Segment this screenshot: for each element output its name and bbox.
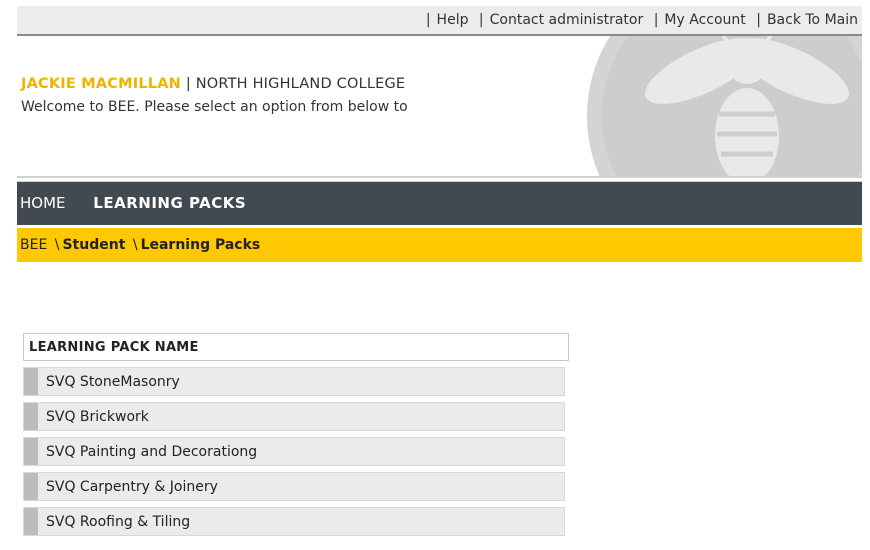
row-handle bbox=[24, 438, 38, 465]
breadcrumb-separator: \ bbox=[54, 237, 60, 253]
table-row[interactable]: SVQ Painting and Decorationg bbox=[23, 437, 565, 466]
page-frame: | Help | Contact administrator | My Account… bbox=[17, 0, 862, 550]
learning-pack-name[interactable]: SVQ Painting and Decorationg bbox=[46, 438, 257, 467]
user-line: JACKIE MACMILLAN | NORTH HIGHLAND COLLEG… bbox=[21, 76, 405, 92]
table-row[interactable]: SVQ Brickwork bbox=[23, 402, 565, 431]
row-handle bbox=[24, 508, 38, 535]
learning-pack-name[interactable]: SVQ Brickwork bbox=[46, 403, 149, 432]
breadcrumb: BEE \ Student \ Learning Packs bbox=[17, 228, 862, 262]
welcome-text: Welcome to BEE. Please select an option … bbox=[21, 99, 408, 115]
main-nav: HOME LEARNING PACKS bbox=[17, 182, 862, 225]
breadcrumb-student[interactable]: Student bbox=[62, 237, 125, 253]
user-name: JACKIE MACMILLAN bbox=[21, 76, 181, 92]
table-row[interactable]: SVQ StoneMasonry bbox=[23, 367, 565, 396]
contact-administrator-link[interactable]: Contact administrator bbox=[490, 12, 644, 28]
table-header-learning-pack-name: LEARNING PACK NAME bbox=[23, 333, 569, 361]
bee-logo-icon bbox=[587, 36, 862, 176]
back-to-main-link[interactable]: Back To Main bbox=[767, 12, 858, 28]
nav-item-home[interactable]: HOME bbox=[20, 182, 66, 225]
table-row[interactable]: SVQ Carpentry & Joinery bbox=[23, 472, 565, 501]
learning-pack-name[interactable]: SVQ Carpentry & Joinery bbox=[46, 473, 218, 502]
learning-pack-table: LEARNING PACK NAME SVQ StoneMasonry SVQ … bbox=[23, 333, 569, 536]
learning-pack-name[interactable]: SVQ Roofing & Tiling bbox=[46, 508, 190, 537]
breadcrumb-current: Learning Packs bbox=[140, 237, 261, 253]
row-handle bbox=[24, 368, 38, 395]
table-row[interactable]: SVQ Roofing & Tiling bbox=[23, 507, 565, 536]
nav-item-learning-packs[interactable]: LEARNING PACKS bbox=[93, 182, 246, 225]
breadcrumb-root[interactable]: BEE bbox=[20, 237, 47, 253]
page-header: JACKIE MACMILLAN | NORTH HIGHLAND COLLEG… bbox=[17, 36, 862, 176]
top-links-bar: | Help | Contact administrator | My Account… bbox=[17, 6, 862, 36]
row-handle bbox=[24, 473, 38, 500]
college-name: NORTH HIGHLAND COLLEGE bbox=[195, 76, 406, 92]
row-handle bbox=[24, 403, 38, 430]
my-account-link[interactable]: My Account bbox=[664, 12, 745, 28]
breadcrumb-separator: \ bbox=[132, 237, 138, 253]
help-link[interactable]: Help bbox=[437, 12, 469, 28]
learning-pack-name[interactable]: SVQ StoneMasonry bbox=[46, 368, 180, 397]
user-separator: | bbox=[185, 76, 191, 92]
